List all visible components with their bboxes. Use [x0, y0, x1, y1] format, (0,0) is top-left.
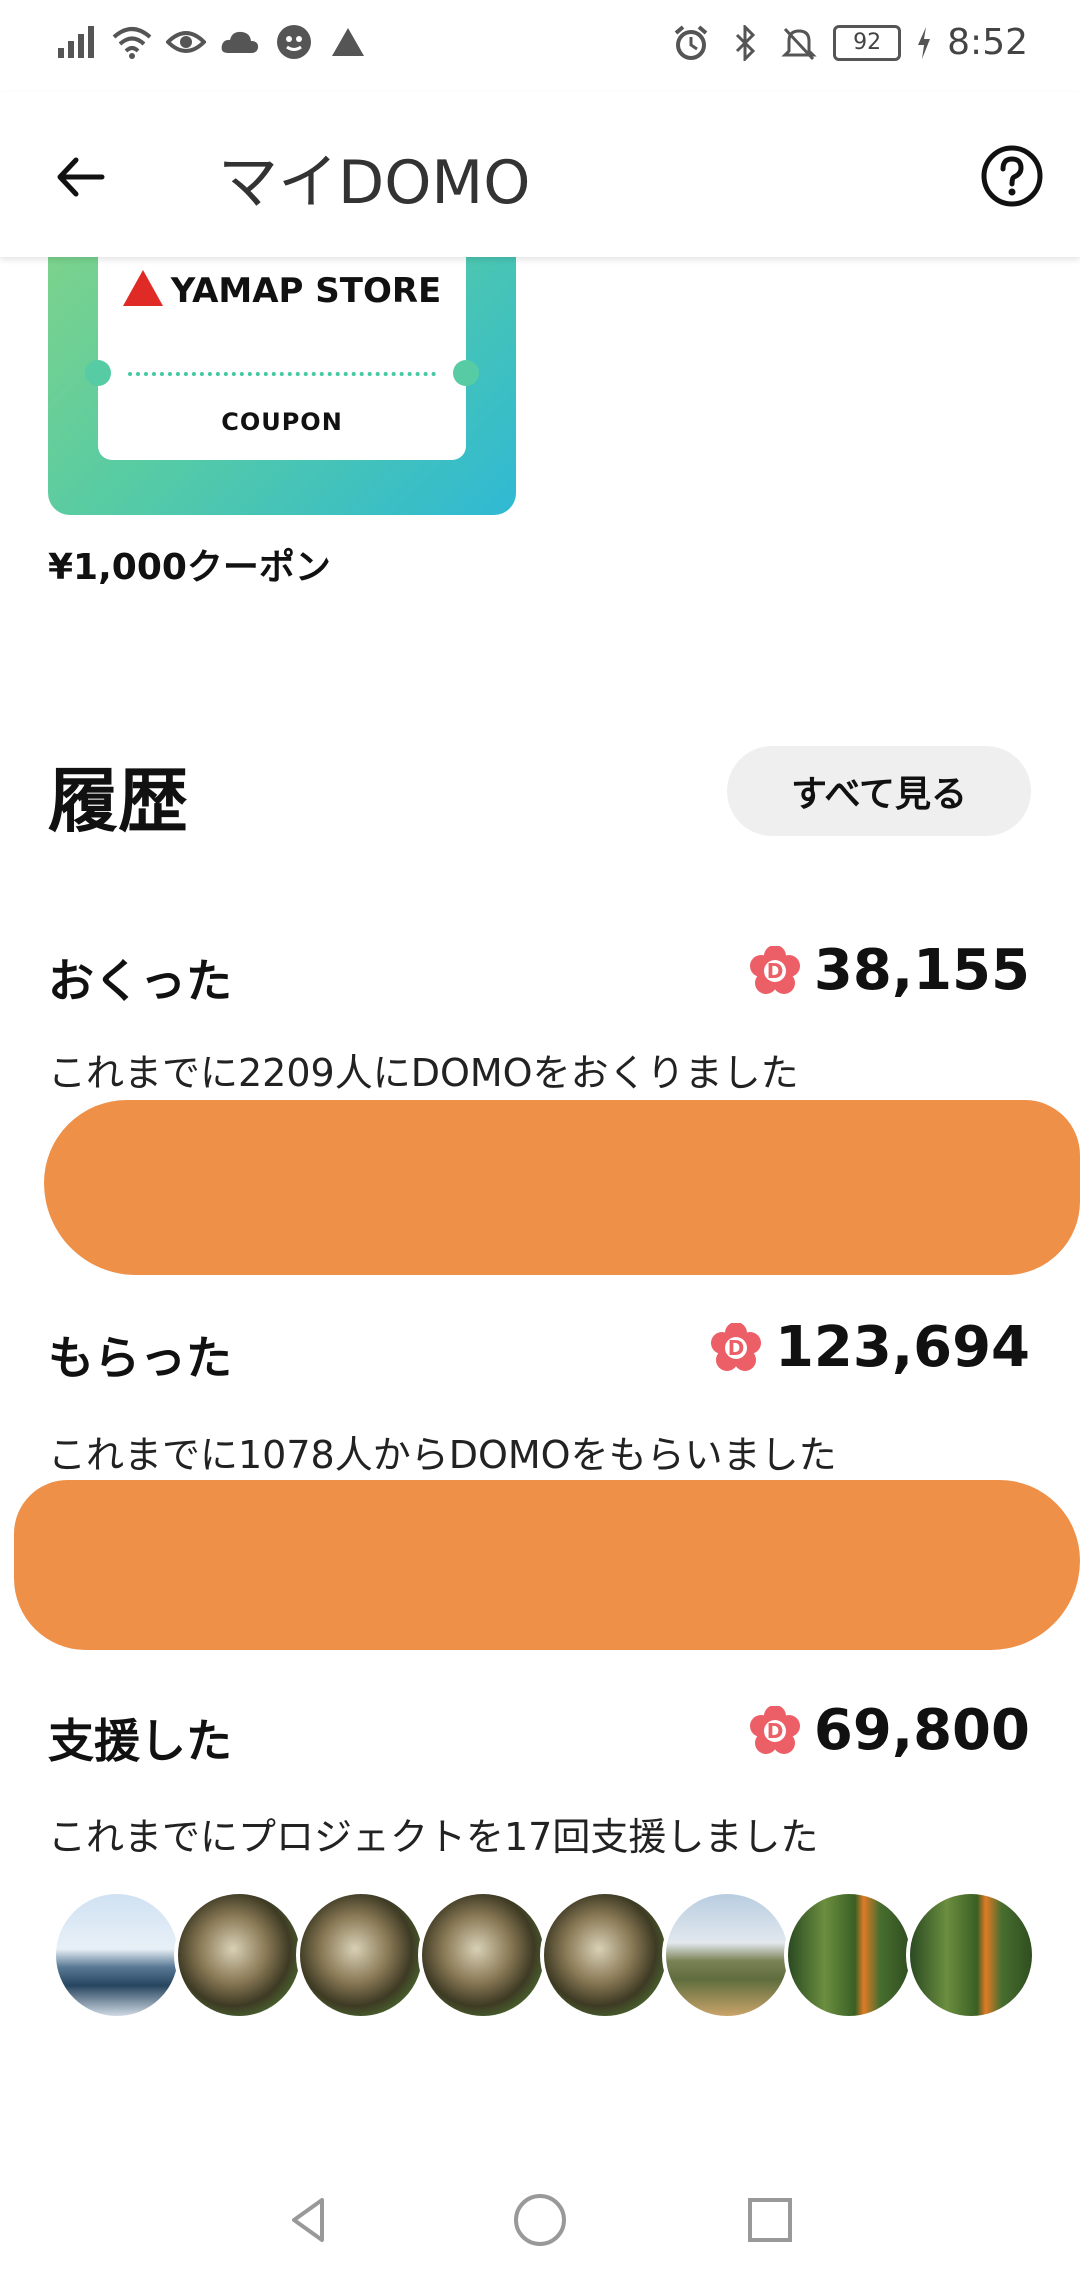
battery-level: 92 — [853, 30, 882, 55]
coupon-label: COUPON — [221, 408, 343, 436]
svg-text:D: D — [767, 1719, 784, 1743]
ticket-notch-right — [453, 360, 479, 386]
project-avatar[interactable] — [906, 1890, 1036, 2020]
charging-icon — [915, 23, 933, 63]
see-all-button[interactable]: すべて見る — [727, 746, 1031, 836]
domo-icon: D — [710, 1322, 761, 1371]
history-title: 履歴 — [48, 760, 188, 842]
triangle-icon — [328, 22, 368, 62]
app-icon — [274, 22, 314, 62]
domo-icon: D — [749, 945, 800, 994]
wifi-icon — [112, 22, 152, 62]
sent-description: これまでに2209人にDOMOをおくりました — [48, 1051, 799, 1095]
nav-back-icon[interactable] — [278, 2188, 342, 2252]
status-bar: 92 8:52 — [0, 0, 1080, 92]
redacted-avatars-received — [14, 1480, 1080, 1650]
eye-icon — [166, 22, 206, 62]
coupon-brand: YAMAP STORE — [98, 270, 466, 311]
redacted-avatars-sent — [44, 1100, 1080, 1275]
project-avatar[interactable] — [418, 1890, 548, 2020]
battery-icon: 92 — [833, 24, 902, 61]
mute-icon — [779, 23, 819, 63]
received-value: D 123,694 — [710, 1315, 1030, 1380]
project-avatar[interactable] — [662, 1890, 792, 2020]
cloud-icon — [220, 22, 260, 62]
supported-description: これまでにプロジェクトを17回支援しました — [48, 1815, 819, 1859]
domo-icon: D — [749, 1705, 800, 1754]
supported-value: D 69,800 — [749, 1698, 1030, 1763]
ticket-divider — [128, 372, 436, 376]
ticket-notch-left — [85, 360, 111, 386]
sent-value: D 38,155 — [749, 938, 1030, 1003]
yamap-logo-icon — [122, 270, 163, 306]
nav-home-icon[interactable] — [508, 2188, 572, 2252]
project-avatar[interactable] — [52, 1890, 182, 2020]
app-bar: マイDOMO — [0, 92, 1080, 257]
sent-amount: 38,155 — [813, 938, 1030, 1003]
project-avatar[interactable] — [540, 1890, 670, 2020]
received-amount: 123,694 — [774, 1315, 1030, 1380]
nav-recents-icon[interactable] — [738, 2188, 802, 2252]
supported-label: 支援した — [48, 1714, 232, 1768]
system-nav-bar — [0, 2160, 1080, 2280]
project-avatar-list — [52, 1890, 1036, 2020]
svg-text:D: D — [767, 959, 784, 983]
bluetooth-icon — [725, 23, 765, 63]
project-avatar[interactable] — [784, 1890, 914, 2020]
svg-text:D: D — [728, 1336, 745, 1360]
alarm-icon — [671, 23, 711, 63]
status-time: 8:52 — [947, 22, 1028, 63]
page-title: マイDOMO — [218, 148, 531, 218]
coupon-caption: ¥1,000クーポン — [48, 547, 331, 588]
coupon-ticket: YAMAP STORE COUPON — [85, 230, 479, 460]
coupon-brand-text: YAMAP STORE — [170, 271, 442, 311]
back-arrow-icon[interactable] — [48, 142, 118, 212]
received-label: もらった — [48, 1331, 232, 1385]
coupon-card[interactable]: YAMAP STORE COUPON — [48, 230, 516, 515]
sent-label: おくった — [48, 954, 232, 1008]
project-avatar[interactable] — [174, 1890, 304, 2020]
help-icon[interactable] — [980, 144, 1044, 208]
signal-icon — [58, 22, 98, 62]
received-description: これまでに1078人からDOMOをもらいました — [48, 1433, 837, 1477]
project-avatar[interactable] — [296, 1890, 426, 2020]
supported-amount: 69,800 — [813, 1698, 1030, 1763]
